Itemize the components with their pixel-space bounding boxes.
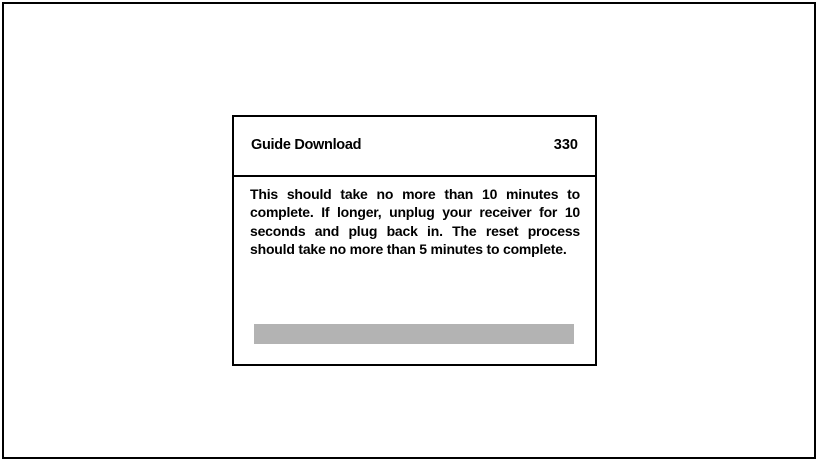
tv-screen: Guide Download 330 This should take no m… — [2, 2, 816, 459]
error-code: 330 — [553, 137, 578, 153]
download-progress-fill — [254, 324, 574, 344]
dialog-title: Guide Download — [251, 137, 362, 153]
guide-download-dialog: Guide Download 330 This should take no m… — [232, 115, 597, 366]
download-progress-bar — [254, 324, 574, 344]
dialog-header: Guide Download 330 — [234, 117, 595, 177]
dialog-message: This should take no more than 10 minutes… — [250, 186, 580, 257]
